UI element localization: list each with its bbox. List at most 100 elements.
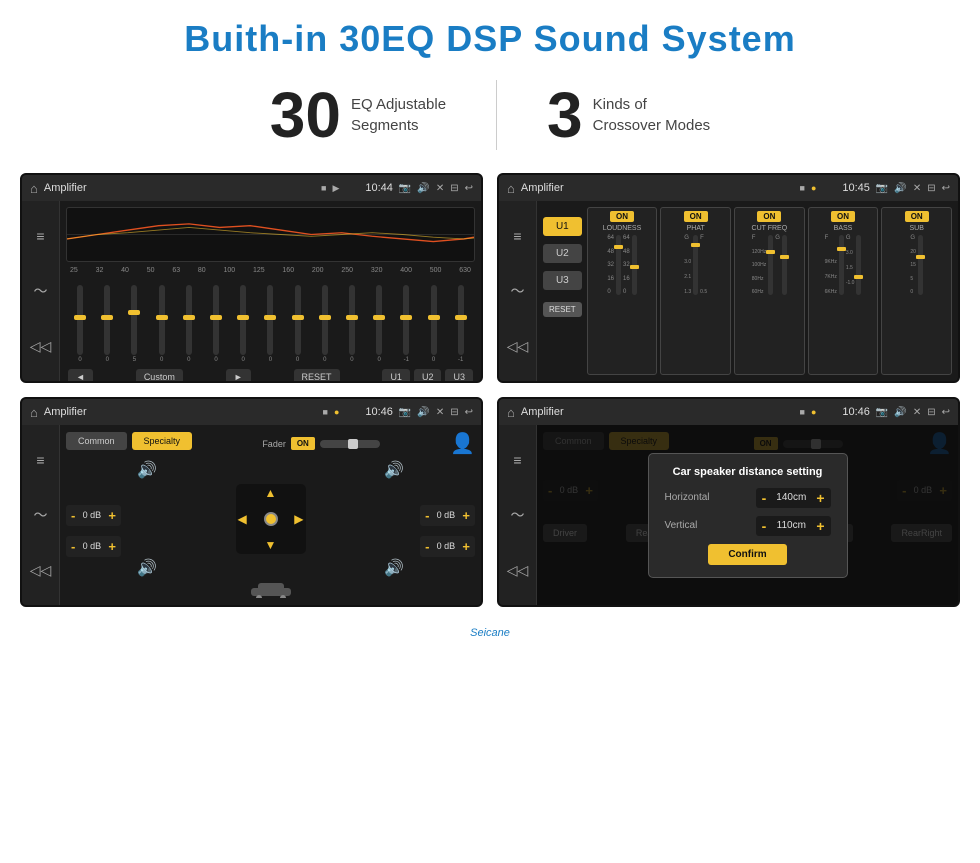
- volume-icon-2[interactable]: 🔊: [894, 183, 906, 194]
- db-bl-minus[interactable]: -: [71, 539, 75, 554]
- wave-icon-1[interactable]: 〜: [34, 281, 48, 301]
- up-arrow[interactable]: ▲: [265, 486, 277, 500]
- bass-on[interactable]: ON: [831, 211, 855, 222]
- back-icon-1[interactable]: ↩: [465, 183, 473, 194]
- u2-btn-1[interactable]: U2: [414, 369, 442, 383]
- record-icon-4: ■: [800, 407, 805, 417]
- slider-5: 0: [186, 285, 192, 363]
- db-tl-minus[interactable]: -: [71, 508, 75, 523]
- db-tr-minus[interactable]: -: [425, 508, 429, 523]
- record-icon-1: ■: [321, 183, 326, 193]
- window-icon-4[interactable]: ⊟: [927, 407, 935, 418]
- topbar-4: ⌂ Amplifier ■ ● 10:46 📷 🔊 ✕ ⊟ ↩: [499, 399, 958, 425]
- window-icon-3[interactable]: ⊟: [450, 407, 458, 418]
- window-icon-1[interactable]: ⊟: [450, 183, 458, 194]
- tab-common-3[interactable]: Common: [66, 432, 127, 450]
- db-tl-plus[interactable]: +: [108, 508, 116, 523]
- sidebar-1: ≡ 〜 ◁◁: [22, 201, 60, 381]
- fader-on-btn-3[interactable]: ON: [291, 437, 315, 450]
- vol-icon-1[interactable]: ◁◁: [30, 338, 52, 355]
- wave-icon-2[interactable]: 〜: [511, 281, 525, 301]
- topbar-title-2: Amplifier: [521, 182, 794, 194]
- camera-icon-2[interactable]: 📷: [876, 183, 888, 194]
- home-icon-1[interactable]: ⌂: [30, 181, 38, 196]
- u3-btn-2[interactable]: U3: [543, 271, 582, 290]
- topbar-title-3: Amplifier: [44, 406, 317, 418]
- joystick-dot[interactable]: [264, 512, 278, 526]
- home-icon-4[interactable]: ⌂: [507, 405, 515, 420]
- eq-icon-2[interactable]: ≡: [513, 228, 521, 244]
- volume-icon-4[interactable]: 🔊: [894, 407, 906, 418]
- back-icon-2[interactable]: ↩: [942, 183, 950, 194]
- screen-balance: ⌂ Amplifier ■ ● 10:46 📷 🔊 ✕ ⊟ ↩ ≡ 〜 ◁◁ C…: [20, 397, 483, 607]
- stat-eq: 30 EQ Adjustable Segments: [220, 83, 496, 147]
- u1-btn-1[interactable]: U1: [382, 369, 410, 383]
- u2-btn-2[interactable]: U2: [543, 244, 582, 263]
- db-br-plus[interactable]: +: [462, 539, 470, 554]
- dialog-overlay: Car speaker distance setting Horizontal …: [537, 425, 958, 605]
- slider-12: 0: [376, 285, 382, 363]
- reset-btn-1[interactable]: RESET: [294, 369, 340, 383]
- sub-on[interactable]: ON: [905, 211, 929, 222]
- reset-btn-2[interactable]: RESET: [543, 302, 582, 317]
- crossover-number: 3: [547, 83, 583, 147]
- fader-track-3[interactable]: [320, 440, 380, 448]
- slider-15: -1: [458, 285, 464, 363]
- vol-icon-4[interactable]: ◁◁: [507, 562, 529, 579]
- volume-icon-3[interactable]: 🔊: [417, 407, 429, 418]
- eq-icon-3[interactable]: ≡: [36, 452, 44, 468]
- volume-icon-1[interactable]: 🔊: [417, 183, 429, 194]
- db-br: - 0 dB +: [420, 536, 475, 557]
- vertical-minus[interactable]: -: [762, 519, 767, 533]
- eq-freq-labels: 25 32 40 50 63 80 100 125 160 200 250 32…: [66, 267, 475, 274]
- camera-icon-3[interactable]: 📷: [399, 407, 411, 418]
- topbar-time-1: 10:44: [345, 182, 393, 194]
- close-icon-1[interactable]: ✕: [436, 183, 444, 194]
- db-bl-plus[interactable]: +: [108, 539, 116, 554]
- module-bass: ON BASS F 9KHz 7KHz 6KHz: [808, 207, 879, 375]
- eq-icon-1[interactable]: ≡: [36, 228, 44, 244]
- screens-grid: ⌂ Amplifier ■ ▶ 10:44 📷 🔊 ✕ ⊟ ↩ ≡ 〜 ◁◁: [0, 168, 980, 622]
- horizontal-plus[interactable]: +: [816, 491, 824, 505]
- db-tr-plus[interactable]: +: [462, 508, 470, 523]
- cutfreq-on[interactable]: ON: [757, 211, 781, 222]
- forward-btn[interactable]: ►: [226, 369, 251, 383]
- vol-icon-3[interactable]: ◁◁: [30, 562, 52, 579]
- u3-btn-1[interactable]: U3: [445, 369, 473, 383]
- tab-specialty-3[interactable]: Specialty: [132, 432, 193, 450]
- confirm-btn[interactable]: Confirm: [708, 544, 786, 565]
- dialog-vertical-row: Vertical - 110cm +: [665, 516, 831, 536]
- close-icon-3[interactable]: ✕: [436, 407, 444, 418]
- left-arrow[interactable]: ◀: [238, 512, 247, 526]
- home-icon-3[interactable]: ⌂: [30, 405, 38, 420]
- vertical-plus[interactable]: +: [816, 519, 824, 533]
- crossover-modules: ON LOUDNESS 644832160 644832160: [587, 207, 952, 375]
- right-arrow[interactable]: ▶: [294, 512, 303, 526]
- eq-sliders: 0 0 5 0 0: [66, 278, 475, 363]
- horizontal-minus[interactable]: -: [762, 491, 767, 505]
- close-icon-2[interactable]: ✕: [913, 183, 921, 194]
- slider-6: 0: [213, 285, 219, 363]
- db-br-minus[interactable]: -: [425, 539, 429, 554]
- eq-icon-4[interactable]: ≡: [513, 452, 521, 468]
- camera-icon-1[interactable]: 📷: [399, 183, 411, 194]
- window-icon-2[interactable]: ⊟: [927, 183, 935, 194]
- back-icon-3[interactable]: ↩: [465, 407, 473, 418]
- down-arrow[interactable]: ▼: [265, 538, 277, 552]
- wave-icon-4[interactable]: 〜: [511, 505, 525, 525]
- dialog-horizontal-row: Horizontal - 140cm +: [665, 488, 831, 508]
- wave-icon-3[interactable]: 〜: [34, 505, 48, 525]
- close-icon-4[interactable]: ✕: [913, 407, 921, 418]
- play-icon-1[interactable]: ▶: [332, 183, 339, 194]
- home-icon-2[interactable]: ⌂: [507, 181, 515, 196]
- loudness-on[interactable]: ON: [610, 211, 634, 222]
- phat-on[interactable]: ON: [684, 211, 708, 222]
- back-btn[interactable]: ◄: [68, 369, 93, 383]
- back-icon-4[interactable]: ↩: [942, 407, 950, 418]
- u1-btn-2[interactable]: U1: [543, 217, 582, 236]
- vol-icon-2[interactable]: ◁◁: [507, 338, 529, 355]
- custom-btn[interactable]: Custom: [136, 369, 183, 383]
- fader-label-3: Fader: [262, 439, 286, 449]
- camera-icon-4[interactable]: 📷: [876, 407, 888, 418]
- u-col-2: U1 U2 U3 RESET: [543, 217, 582, 375]
